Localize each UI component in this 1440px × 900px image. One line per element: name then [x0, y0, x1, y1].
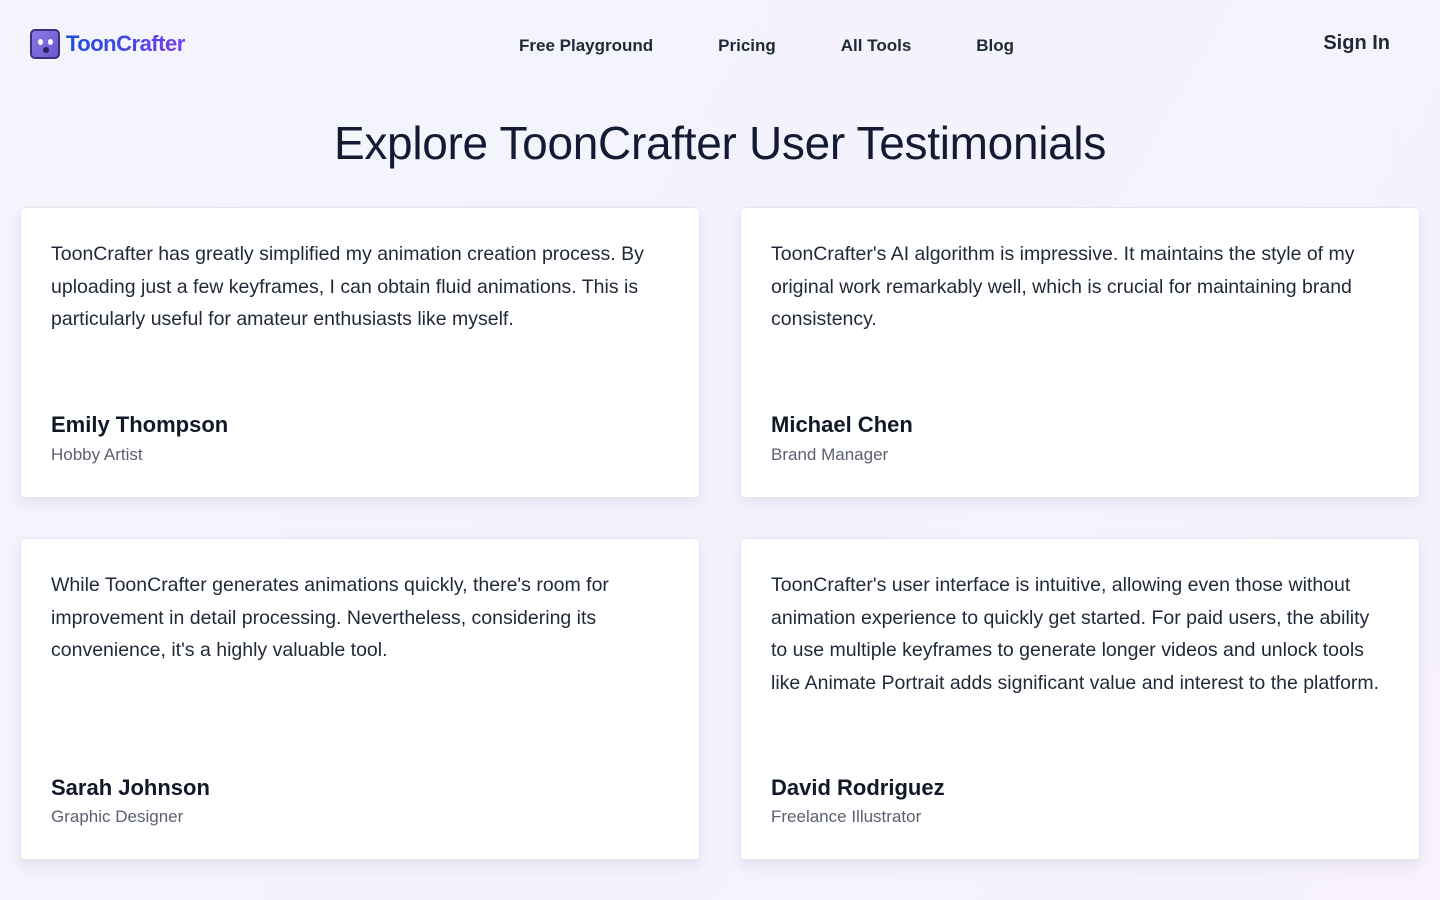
testimonial-quote: ToonCrafter's AI algorithm is impressive…	[771, 243, 1355, 330]
testimonial-card: While ToonCrafter generates animations q…	[20, 538, 700, 860]
testimonial-author: Sarah Johnson	[51, 775, 210, 800]
testimonial-role: Graphic Designer	[51, 807, 184, 826]
testimonial-role: Freelance Illustrator	[771, 807, 922, 826]
testimonial-author: David Rodriguez	[771, 775, 945, 800]
tooncrafter-face-icon	[30, 29, 60, 59]
nav-item-pricing[interactable]: Pricing	[718, 34, 776, 58]
nav-item-blog[interactable]: Blog	[976, 34, 1014, 58]
testimonial-card: ToonCrafter has greatly simplified my an…	[20, 207, 700, 498]
site-header: ToonCrafter Free Playground Pricing All …	[0, 0, 1440, 90]
testimonial-author: Emily Thompson	[51, 412, 229, 437]
brand-name: ToonCrafter	[66, 31, 185, 56]
testimonial-card: ToonCrafter's AI algorithm is impressive…	[740, 207, 1420, 498]
nav-item-all-tools[interactable]: All Tools	[841, 34, 912, 58]
testimonial-role: Hobby Artist	[51, 445, 143, 464]
testimonial-author: Michael Chen	[771, 412, 913, 437]
sign-in-button[interactable]: Sign In	[1323, 32, 1390, 55]
logo-link[interactable]: ToonCrafter	[30, 29, 185, 59]
page-title: Explore ToonCrafter User Testimonials	[333, 117, 1107, 169]
testimonial-quote: While ToonCrafter generates animations q…	[51, 574, 609, 661]
nav-item-free-playground[interactable]: Free Playground	[519, 34, 653, 58]
testimonial-role: Brand Manager	[771, 445, 889, 464]
testimonial-card: ToonCrafter's user interface is intuitiv…	[740, 538, 1420, 860]
testimonial-quote: ToonCrafter has greatly simplified my an…	[51, 243, 644, 330]
testimonial-quote: ToonCrafter's user interface is intuitiv…	[771, 574, 1380, 694]
main-nav: Free Playground Pricing All Tools Blog	[519, 34, 1079, 58]
